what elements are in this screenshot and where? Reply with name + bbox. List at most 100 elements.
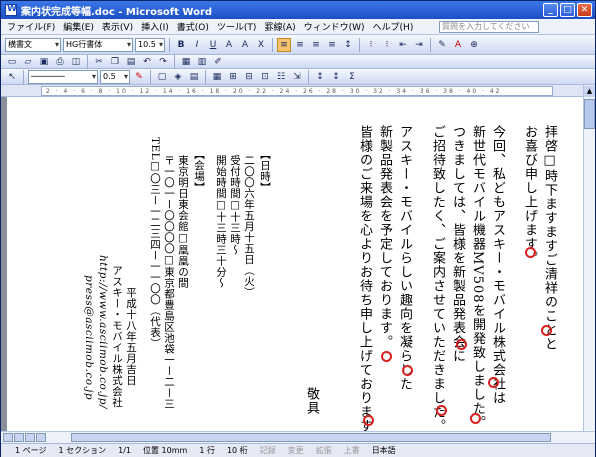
mark-circle: [488, 377, 499, 388]
bullets-button[interactable]: ⁝: [380, 38, 394, 52]
normal-view-icon[interactable]: [3, 433, 13, 442]
status-overtype[interactable]: 上書: [344, 445, 360, 456]
menu-format[interactable]: 書式(O): [173, 20, 213, 33]
redo-icon[interactable]: ↷: [156, 55, 170, 69]
restore-button[interactable]: □: [560, 3, 575, 17]
help-search-input[interactable]: 質問を入力してください: [439, 21, 539, 33]
open-icon[interactable]: ▱: [21, 55, 35, 69]
sort-desc-icon[interactable]: ↕: [329, 70, 343, 84]
detail-line: 受付時間□十三時〜: [229, 155, 241, 256]
line-spacing-button[interactable]: ↕: [341, 38, 355, 52]
title-bar[interactable]: 案内状完成等幅.doc - Microsoft Word _ □ ✕: [1, 1, 595, 19]
toolbar-options-icon[interactable]: ⊕: [467, 38, 481, 52]
autofit-icon[interactable]: ⇲: [290, 70, 304, 84]
status-track[interactable]: 変更: [288, 445, 304, 456]
grid-icon[interactable]: ▦: [210, 70, 224, 84]
align-justify-button[interactable]: ≡: [277, 37, 291, 52]
highlight-icon[interactable]: ✎: [435, 38, 449, 52]
sender-company: アスキー・モバイル株式会社: [111, 265, 123, 408]
status-line: 1 行: [199, 446, 215, 455]
document-page[interactable]: 拝啓□時下ますますご清祥のことと お喜び申し上げます。 今回、私どもアスキー・モ…: [7, 97, 583, 447]
line-color-icon[interactable]: ✎: [132, 70, 146, 84]
print-icon[interactable]: ⎙: [53, 55, 67, 69]
sender-email: press@asciimob.co.jp: [83, 275, 95, 401]
new-doc-icon[interactable]: ▭: [5, 55, 19, 69]
scroll-up-icon[interactable]: ▲: [584, 86, 595, 97]
numbering-button[interactable]: ⁝: [364, 38, 378, 52]
font-combo[interactable]: HG行書体: [63, 37, 133, 52]
word-window: 案内状完成等幅.doc - Microsoft Word _ □ ✕ ファイル(…: [0, 0, 596, 457]
char-border-button[interactable]: A: [222, 38, 236, 52]
menu-file[interactable]: ファイル(F): [3, 20, 59, 33]
sum-icon[interactable]: Σ: [345, 70, 359, 84]
status-record[interactable]: 記録: [260, 445, 276, 456]
italic-button[interactable]: I: [190, 38, 204, 52]
split-icon[interactable]: ⊟: [242, 70, 256, 84]
letter-line: つきましては、皆様を新製品発表会に: [450, 125, 465, 363]
horizontal-ruler[interactable]: 2 · 4 · 6 · 8 · 10 · 12 · 14 · 16 · 18 ·…: [1, 85, 595, 97]
menu-help[interactable]: ヘルプ(H): [369, 20, 418, 33]
copy-icon[interactable]: ❐: [108, 55, 122, 69]
vertical-scrollbar[interactable]: ▲: [583, 85, 595, 431]
fill-color-icon[interactable]: ◈: [171, 70, 185, 84]
menu-table[interactable]: 罫線(A): [260, 20, 299, 33]
closing-keigu: 敬具: [304, 387, 319, 415]
menu-insert[interactable]: 挿入(I): [137, 20, 173, 33]
minimize-button[interactable]: _: [543, 3, 558, 17]
outline-view-icon[interactable]: [36, 433, 46, 442]
menu-view[interactable]: 表示(V): [98, 20, 137, 33]
mark-circle: [363, 415, 374, 426]
menu-edit[interactable]: 編集(E): [59, 20, 98, 33]
drawing-icon[interactable]: ✐: [211, 55, 225, 69]
bold-button[interactable]: B: [174, 38, 188, 52]
sort-asc-icon[interactable]: ↕: [313, 70, 327, 84]
font-size-combo[interactable]: 10.5: [135, 37, 165, 52]
underline-button[interactable]: U: [206, 38, 220, 52]
columns-icon[interactable]: ▥: [195, 55, 209, 69]
letter-line: 新製品発表会を予定しております。: [377, 125, 392, 349]
font-color-icon[interactable]: A: [451, 38, 465, 52]
align-icon[interactable]: ⊡: [258, 70, 272, 84]
horizontal-scroll-thumb[interactable]: [71, 433, 551, 442]
style-combo[interactable]: 横書文: [5, 37, 61, 52]
mark-circle: [456, 339, 467, 350]
word-app-icon[interactable]: [5, 4, 17, 16]
increase-indent-button[interactable]: ⇥: [412, 38, 426, 52]
merge-icon[interactable]: ⊞: [226, 70, 240, 84]
preview-icon[interactable]: ◫: [69, 55, 83, 69]
distribute-icon[interactable]: ☷: [274, 70, 288, 84]
undo-icon[interactable]: ↶: [140, 55, 154, 69]
paste-icon[interactable]: ▤: [124, 55, 138, 69]
line-style-combo[interactable]: ───────: [28, 69, 98, 84]
standard-toolbar: ▭ ▱ ▣ ⎙ ◫ ✂ ❐ ▤ ↶ ↷ ▦ ▥ ✐: [1, 54, 595, 69]
menu-tools[interactable]: ツール(T): [213, 20, 261, 33]
save-icon[interactable]: ▣: [37, 55, 51, 69]
vertical-scroll-thumb[interactable]: [584, 99, 595, 129]
menu-window[interactable]: ウィンドウ(W): [300, 20, 369, 33]
status-position: 位置 10mm: [143, 446, 188, 455]
table-icon[interactable]: ▦: [179, 55, 193, 69]
line-weight-combo[interactable]: 0.5: [100, 69, 130, 84]
mark-circle: [470, 413, 481, 424]
letter-line: ご招待致したく、ご案内させていただきました。: [430, 125, 445, 433]
align-distributed-button[interactable]: ≡: [325, 38, 339, 52]
status-section: 1 セクション: [58, 446, 107, 455]
select-arrow-icon[interactable]: ↖: [5, 70, 19, 84]
align-right-button[interactable]: ≡: [309, 38, 323, 52]
char-shading-button[interactable]: A: [238, 38, 252, 52]
detail-line: 【会場】: [193, 149, 205, 193]
decrease-indent-button[interactable]: ⇤: [396, 38, 410, 52]
border-icon[interactable]: ▢: [155, 70, 169, 84]
status-column: 10 桁: [226, 446, 248, 455]
align-center-button[interactable]: ≡: [293, 38, 307, 52]
horizontal-scrollbar[interactable]: [1, 431, 595, 443]
web-layout-icon[interactable]: [14, 433, 24, 442]
letter-line: 新世代モバイル機器MV508を開発致しました。: [470, 125, 485, 430]
char-scale-button[interactable]: X: [254, 38, 268, 52]
cut-icon[interactable]: ✂: [92, 55, 106, 69]
close-button[interactable]: ✕: [577, 3, 592, 17]
detail-line: 【日時】: [259, 149, 271, 193]
status-extend[interactable]: 拡張: [316, 445, 332, 456]
shading-icon[interactable]: ▤: [187, 70, 201, 84]
print-layout-icon[interactable]: [25, 433, 35, 442]
